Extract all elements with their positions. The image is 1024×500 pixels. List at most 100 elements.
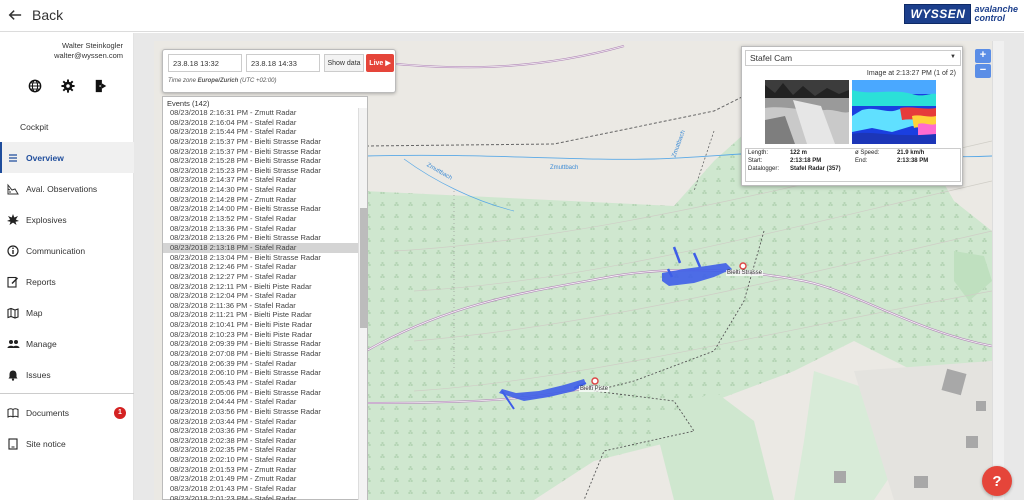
event-row[interactable]: 08/23/2018 2:03:56 PM - Bielti Strasse R…: [163, 407, 359, 417]
avalanche-icon: [6, 182, 20, 196]
events-header: Events (142): [167, 99, 210, 108]
nav-reports-label: Reports: [26, 276, 56, 287]
event-row[interactable]: 08/23/2018 2:09:39 PM - Bielti Strasse R…: [163, 339, 359, 349]
map-canvas[interactable]: ⁂: [154, 41, 992, 500]
nav-map[interactable]: Map: [0, 297, 134, 328]
event-row[interactable]: 08/23/2018 2:10:23 PM - Bielti Piste Rad…: [163, 330, 359, 340]
camera-photo[interactable]: [765, 80, 849, 144]
date-to-input[interactable]: [246, 54, 320, 72]
radar-heatmap-image[interactable]: [852, 80, 936, 144]
bell-icon: [6, 368, 20, 382]
event-row[interactable]: 08/23/2018 2:07:08 PM - Bielti Strasse R…: [163, 349, 359, 359]
nav-overview[interactable]: Overview: [0, 142, 134, 173]
zoom-out-button[interactable]: −: [975, 64, 991, 78]
event-row[interactable]: 08/23/2018 2:03:36 PM - Stafel Radar: [163, 426, 359, 436]
camera-select[interactable]: Stafel Cam ▼: [745, 50, 961, 66]
back-button[interactable]: Back: [8, 7, 63, 23]
events-list[interactable]: 08/23/2018 2:16:31 PM - Zmutt Radar 08/23…: [163, 108, 359, 500]
start-label: Start:: [748, 158, 763, 164]
event-row[interactable]: 08/23/2018 2:02:10 PM - Stafel Radar: [163, 455, 359, 465]
nav-cockpit[interactable]: Cockpit: [0, 111, 134, 142]
events-scrollbar[interactable]: [358, 108, 367, 500]
sign-out-icon[interactable]: [94, 79, 108, 93]
event-row[interactable]: 08/23/2018 2:05:06 PM - Bielti Strasse R…: [163, 388, 359, 398]
event-row[interactable]: 08/23/2018 2:01:43 PM - Stafel Radar: [163, 484, 359, 494]
zoom-in-button[interactable]: +: [975, 49, 991, 63]
event-row[interactable]: 08/23/2018 2:14:28 PM - Zmutt Radar: [163, 195, 359, 205]
user-email: walter@wyssen.com: [54, 51, 123, 60]
event-row[interactable]: 08/23/2018 2:15:23 PM - Bielti Strasse R…: [163, 166, 359, 176]
event-row[interactable]: 08/23/2018 2:13:18 PM - Stafel Radar: [163, 242, 359, 253]
nav-issues[interactable]: Issues: [0, 359, 134, 390]
live-button[interactable]: Live ▶: [366, 54, 394, 72]
page-scrollbar[interactable]: [992, 41, 1004, 500]
documents-badge: 1: [114, 406, 126, 419]
event-row[interactable]: 08/23/2018 2:16:31 PM - Zmutt Radar: [163, 108, 359, 118]
notice-icon: [6, 437, 20, 451]
image-caption: Image at 2:13:27 PM (1 of 2): [866, 70, 956, 77]
event-row[interactable]: 08/23/2018 2:11:36 PM - Stafel Radar: [163, 301, 359, 311]
radar-label-bielti-strasse[interactable]: Bielti Strasse: [726, 270, 764, 276]
nav-site-notice[interactable]: Site notice: [0, 428, 134, 459]
event-row[interactable]: 08/23/2018 2:13:26 PM - Bielti Strasse R…: [163, 233, 359, 243]
event-row[interactable]: 08/23/2018 2:12:11 PM - Bielti Piste Rad…: [163, 282, 359, 292]
event-row[interactable]: 08/23/2018 2:05:43 PM - Stafel Radar: [163, 378, 359, 388]
event-row[interactable]: 08/23/2018 2:10:41 PM - Bielti Piste Rad…: [163, 320, 359, 330]
event-row[interactable]: 08/23/2018 2:01:49 PM - Zmutt Radar: [163, 474, 359, 484]
nav-issues-label: Issues: [26, 369, 51, 380]
event-row[interactable]: 08/23/2018 2:13:04 PM - Bielti Strasse R…: [163, 253, 359, 263]
nav-aval-observations[interactable]: Aval. Observations: [0, 173, 134, 204]
live-label: Live: [369, 59, 384, 67]
show-data-button[interactable]: Show data: [324, 54, 364, 72]
end-label: End:: [854, 158, 868, 164]
event-row[interactable]: 08/23/2018 2:15:37 PM - Bielti Strasse R…: [163, 147, 359, 157]
gear-icon[interactable]: [60, 79, 75, 93]
camera-panel: Stafel Cam ▼ Image at 2:13:27 PM (1 of 2…: [741, 46, 963, 186]
radar-heatmap-graphic: [852, 80, 936, 144]
camera-photo-image: [765, 80, 849, 144]
radar-label-bielti-piste[interactable]: Bielti Piste: [579, 386, 610, 392]
event-row[interactable]: 08/23/2018 2:16:04 PM - Stafel Radar: [163, 118, 359, 128]
event-row[interactable]: 08/23/2018 2:06:39 PM - Stafel Radar: [163, 359, 359, 369]
event-row[interactable]: 08/23/2018 2:02:35 PM - Stafel Radar: [163, 445, 359, 455]
tz-value: Europe/Zurich: [197, 78, 239, 84]
nav-reports[interactable]: Reports: [0, 266, 134, 297]
play-icon: ▶: [385, 60, 391, 67]
top-bar: Back WYSSEN avalanche control: [0, 0, 1024, 32]
event-row[interactable]: 08/23/2018 2:14:00 PM - Bielti Strasse R…: [163, 204, 359, 214]
events-scroll-thumb[interactable]: [360, 208, 367, 328]
event-row[interactable]: 08/23/2018 2:01:23 PM - Stafel Radar: [163, 494, 359, 500]
event-row[interactable]: 08/23/2018 2:15:28 PM - Bielti Strasse R…: [163, 156, 359, 166]
event-row[interactable]: 08/23/2018 2:15:44 PM - Stafel Radar: [163, 127, 359, 137]
map-area: ⁂: [134, 33, 1024, 500]
wyssen-logo: WYSSEN avalanche control: [904, 4, 1018, 24]
nav-communication[interactable]: Communication: [0, 235, 134, 266]
event-row[interactable]: 08/23/2018 2:14:37 PM - Stafel Radar: [163, 175, 359, 185]
event-row[interactable]: 08/23/2018 2:11:21 PM - Bielti Piste Rad…: [163, 310, 359, 320]
date-from-input[interactable]: [168, 54, 242, 72]
nav-explosives[interactable]: Explosives: [0, 204, 134, 235]
help-button[interactable]: ?: [982, 466, 1012, 496]
map-icon: [6, 306, 20, 320]
nav-site-notice-label: Site notice: [26, 438, 66, 449]
nav-documents[interactable]: Documents 1: [0, 397, 134, 428]
globe-icon[interactable]: [28, 79, 42, 93]
nav-map-label: Map: [26, 307, 43, 318]
event-row[interactable]: 08/23/2018 2:12:46 PM - Stafel Radar: [163, 262, 359, 272]
event-row[interactable]: 08/23/2018 2:01:53 PM - Zmutt Radar: [163, 465, 359, 475]
events-panel: Events (142) 08/23/2018 2:16:31 PM - Zmu…: [162, 96, 368, 500]
event-row[interactable]: 08/23/2018 2:13:52 PM - Stafel Radar: [163, 214, 359, 224]
event-row[interactable]: 08/23/2018 2:15:37 PM - Bielti Strasse R…: [163, 137, 359, 147]
event-row[interactable]: 08/23/2018 2:04:44 PM - Stafel Radar: [163, 397, 359, 407]
event-row[interactable]: 08/23/2018 2:12:27 PM - Stafel Radar: [163, 272, 359, 282]
event-row[interactable]: 08/23/2018 2:13:36 PM - Stafel Radar: [163, 224, 359, 234]
event-row[interactable]: 08/23/2018 2:02:38 PM - Stafel Radar: [163, 436, 359, 446]
nav-manage[interactable]: Manage: [0, 328, 134, 359]
event-row[interactable]: 08/23/2018 2:03:44 PM - Stafel Radar: [163, 417, 359, 427]
event-row[interactable]: 08/23/2018 2:12:04 PM - Stafel Radar: [163, 291, 359, 301]
event-row[interactable]: 08/23/2018 2:14:30 PM - Stafel Radar: [163, 185, 359, 195]
book-icon: [6, 406, 20, 420]
event-row[interactable]: 08/23/2018 2:06:10 PM - Bielti Strasse R…: [163, 368, 359, 378]
start-value: 2:13:18 PM: [789, 158, 822, 164]
length-value: 122 m: [789, 150, 807, 156]
